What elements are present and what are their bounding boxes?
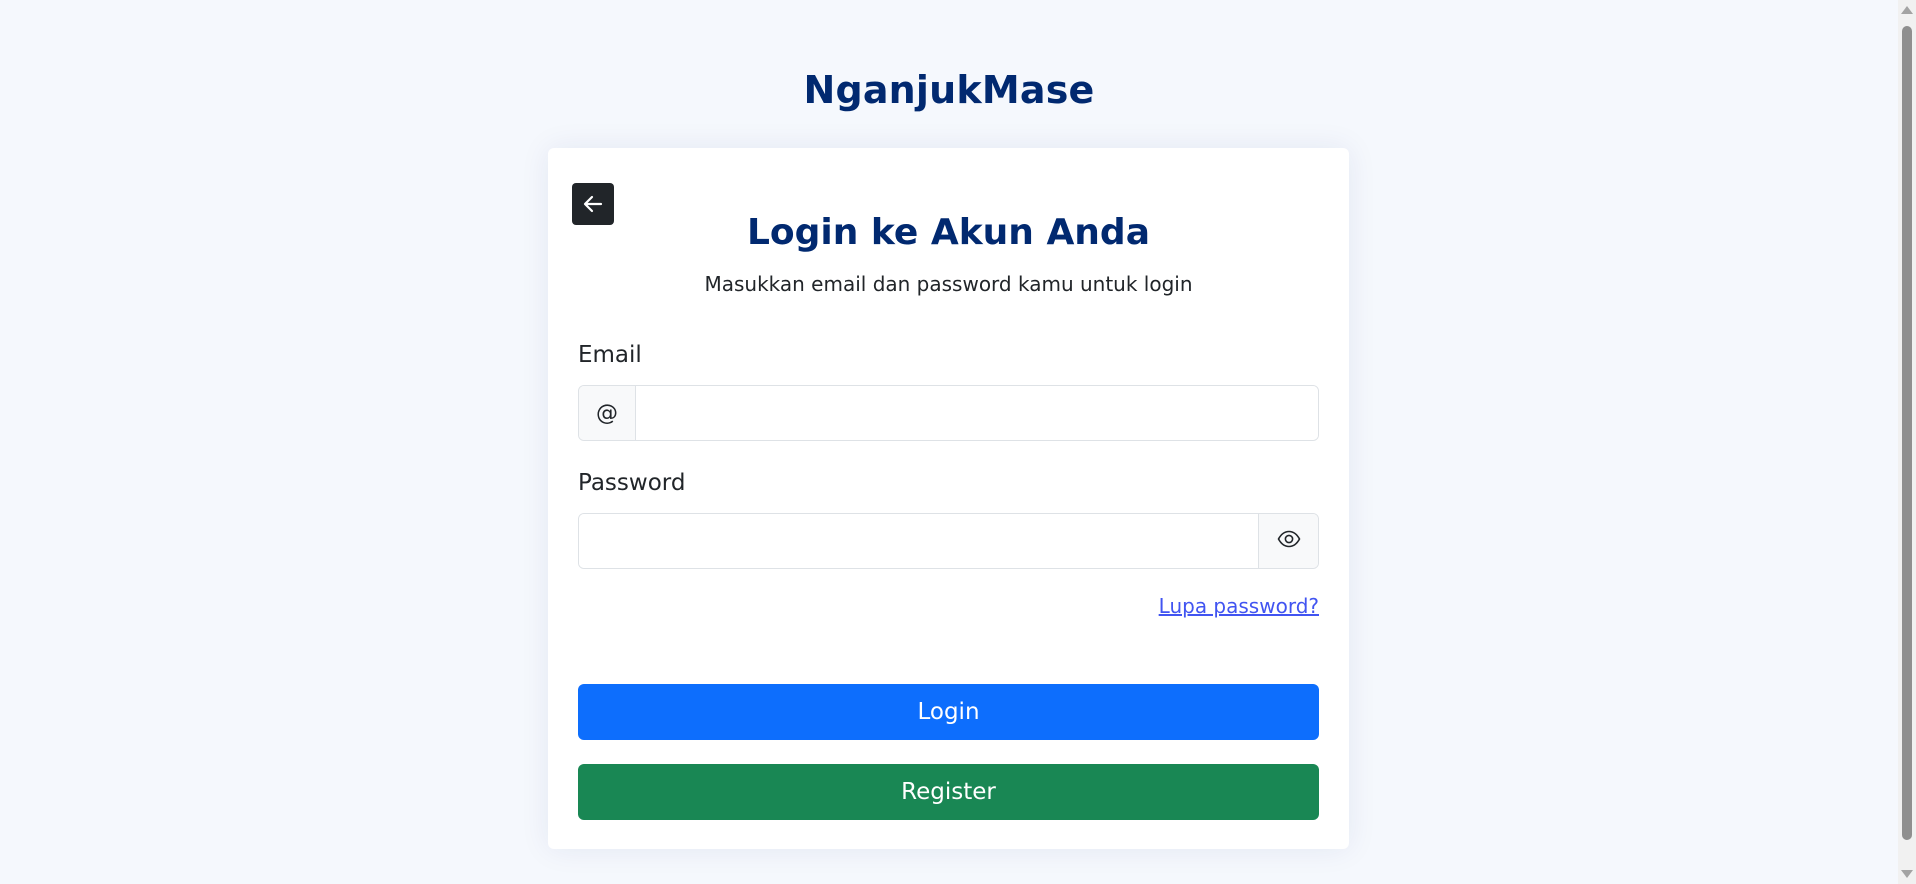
email-label: Email <box>578 342 642 368</box>
email-input-group: @ <box>578 385 1319 441</box>
password-label: Password <box>578 470 686 496</box>
password-input[interactable] <box>579 514 1258 568</box>
page-subtitle: Masukkan email dan password kamu untuk l… <box>704 272 1193 296</box>
register-button[interactable]: Register <box>578 764 1319 820</box>
scroll-up-arrow-icon[interactable] <box>1901 6 1913 14</box>
login-button[interactable]: Login <box>578 684 1319 740</box>
forgot-password-link[interactable]: Lupa password? <box>1159 592 1319 620</box>
page-title: Login ke Akun Anda <box>746 212 1150 253</box>
vertical-scrollbar[interactable] <box>1898 0 1916 884</box>
email-input[interactable] <box>636 386 1318 440</box>
toggle-password-visibility-button[interactable] <box>1258 514 1318 568</box>
login-card: Login ke Akun Anda Masukkan email dan pa… <box>548 148 1349 849</box>
scrollbar-thumb[interactable] <box>1902 26 1912 840</box>
at-symbol-addon: @ <box>579 386 636 440</box>
password-input-group <box>578 513 1319 569</box>
login-page: NganjukMase Login ke Akun Anda Masukkan … <box>0 0 1916 884</box>
eye-icon <box>1277 529 1301 554</box>
scroll-down-arrow-icon[interactable] <box>1901 870 1913 878</box>
brand-logo-text[interactable]: NganjukMase <box>0 62 1898 118</box>
